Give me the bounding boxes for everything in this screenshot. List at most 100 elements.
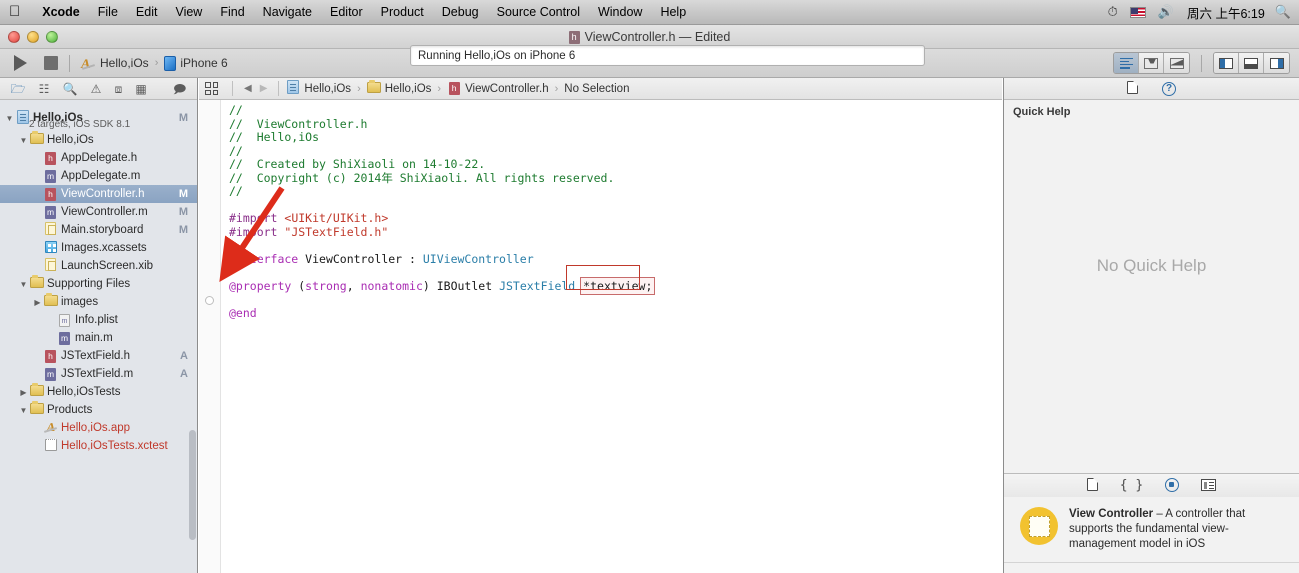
source-file-icon: m: [43, 170, 58, 183]
tree-row[interactable]: m Info.plist: [0, 311, 197, 329]
bottom-panel-icon: [1244, 58, 1258, 69]
quick-help-inspector-tab[interactable]: ?: [1162, 81, 1176, 96]
project-navigator-tab[interactable]: 🗁: [11, 83, 26, 95]
toggle-debug-area-button[interactable]: [1239, 53, 1264, 73]
tree-row[interactable]: Hello,iOs.app: [0, 419, 197, 437]
menu-item-file[interactable]: File: [89, 5, 127, 19]
view-controller-object-icon: [1020, 507, 1058, 545]
test-navigator-tab[interactable]: ⧈: [115, 83, 123, 95]
search-icon[interactable]: 🔍: [1271, 4, 1299, 20]
debug-navigator-tab[interactable]: ▦: [135, 83, 146, 95]
tree-row-label: Info.plist: [75, 314, 197, 326]
menu-item-source-control[interactable]: Source Control: [488, 5, 589, 19]
run-button[interactable]: [14, 55, 27, 71]
us-flag-icon[interactable]: [1130, 7, 1146, 18]
grid-icon[interactable]: [205, 82, 218, 95]
right-arrow-icon[interactable]: ▶: [256, 83, 272, 94]
menubar-status-area: ⏱ 🔊 周六 上午6:19 🔍: [1101, 3, 1299, 22]
destination-name: iPhone 6: [180, 56, 227, 70]
file-template-library-tab[interactable]: [1087, 478, 1098, 493]
menubar-clock[interactable]: 周六 上午6:19: [1181, 3, 1271, 22]
menu-item-window[interactable]: Window: [589, 5, 651, 19]
tree-row[interactable]: Images.xcassets: [0, 239, 197, 257]
navigator-scrollbar[interactable]: [189, 430, 196, 540]
code-snippet-library-tab[interactable]: { }: [1120, 479, 1143, 492]
tree-row[interactable]: Products: [0, 401, 197, 419]
test-product-icon: [43, 439, 58, 454]
object-library-list[interactable]: View Controller – A controller that supp…: [1004, 497, 1299, 573]
tree-row[interactable]: Hello,iOsTests: [0, 383, 197, 401]
menu-item-navigate[interactable]: Navigate: [254, 5, 321, 19]
issue-navigator-tab[interactable]: ⚠: [91, 83, 102, 95]
disclosure-triangle-icon[interactable]: [18, 136, 29, 145]
disclosure-triangle-icon[interactable]: [18, 388, 29, 397]
tree-row[interactable]: h ViewController.h M: [0, 185, 197, 203]
tree-row[interactable]: h AppDelegate.h: [0, 149, 197, 167]
assistant-editor-button[interactable]: [1139, 53, 1164, 73]
tree-row[interactable]: Hello,iOsM2 targets, iOS SDK 8.1: [0, 105, 197, 131]
tree-row[interactable]: m AppDelegate.m: [0, 167, 197, 185]
menu-item-help[interactable]: Help: [651, 5, 695, 19]
outlet-connection-dot-icon[interactable]: [205, 296, 214, 305]
disclosure-triangle-icon[interactable]: [32, 298, 43, 307]
tree-row[interactable]: LaunchScreen.xib: [0, 257, 197, 275]
highlighted-token-box: [566, 265, 640, 290]
tree-row[interactable]: Supporting Files: [0, 275, 197, 293]
toggle-navigator-button[interactable]: [1214, 53, 1239, 73]
menu-item-product[interactable]: Product: [372, 5, 433, 19]
left-arrow-icon[interactable]: ◀: [240, 83, 256, 94]
tree-row-label: Hello,iOs: [47, 134, 197, 146]
menu-item-debug[interactable]: Debug: [433, 5, 488, 19]
tree-row-label: LaunchScreen.xib: [61, 260, 197, 272]
breadcrumb-chevron-1-icon: ›: [357, 83, 361, 95]
tree-row-label: main.m: [75, 332, 197, 344]
folder-icon: [43, 295, 58, 309]
apple-logo-icon[interactable]: : [9, 4, 20, 19]
file-inspector-tab[interactable]: [1127, 81, 1138, 96]
time-machine-icon[interactable]: ⏱: [1101, 4, 1125, 20]
breadcrumb-group[interactable]: Hello,iOs: [367, 82, 432, 96]
menu-item-xcode[interactable]: Xcode: [33, 5, 89, 19]
object-library-tab[interactable]: [1165, 478, 1179, 494]
tree-row[interactable]: m main.m: [0, 329, 197, 347]
breadcrumb-project[interactable]: Hello,iOs: [286, 80, 351, 97]
tree-row-label: Hello,iOsTests: [47, 386, 197, 398]
list-item[interactable]: View Controller – A controller that supp…: [1004, 497, 1299, 563]
disclosure-triangle-icon[interactable]: [4, 114, 15, 123]
breadcrumb-selection[interactable]: No Selection: [564, 83, 629, 95]
breadcrumb-file[interactable]: h ViewController.h: [447, 82, 549, 95]
source-file-icon: m: [57, 332, 72, 345]
list-item-partial[interactable]: [1004, 563, 1299, 573]
code-text-area[interactable]: // // ViewController.h // Hello,iOs // /…: [199, 100, 1002, 573]
menu-item-edit[interactable]: Edit: [127, 5, 167, 19]
version-editor-button[interactable]: [1164, 53, 1189, 73]
status-badge: M: [179, 224, 188, 236]
tree-row[interactable]: Hello,iOs: [0, 131, 197, 149]
quick-help-body: No Quick Help: [1004, 118, 1299, 413]
standard-editor-button[interactable]: [1114, 53, 1139, 73]
tree-row-label: JSTextField.h: [61, 350, 197, 362]
menu-item-find[interactable]: Find: [211, 5, 253, 19]
stop-button[interactable]: [44, 56, 58, 70]
folder-icon: [29, 277, 44, 291]
media-library-tab[interactable]: [1201, 479, 1216, 493]
tree-row[interactable]: Main.storyboard M: [0, 221, 197, 239]
find-navigator-tab[interactable]: 🔍: [63, 83, 78, 95]
breadcrumb-chevron-3-icon: ›: [555, 83, 559, 95]
disclosure-triangle-icon[interactable]: [18, 280, 29, 289]
toggle-utilities-button[interactable]: [1264, 53, 1289, 73]
status-badge: A: [180, 368, 188, 380]
volume-icon[interactable]: 🔊: [1151, 4, 1181, 20]
tree-row[interactable]: h JSTextField.h A: [0, 347, 197, 365]
disclosure-triangle-icon[interactable]: [18, 406, 29, 415]
scheme-selector[interactable]: Hello,iOs › iPhone 6: [81, 56, 228, 71]
menu-item-editor[interactable]: Editor: [321, 5, 372, 19]
symbol-navigator-tab[interactable]: ☷: [39, 83, 50, 95]
report-navigator-tab[interactable]: 🗩: [173, 83, 186, 95]
tree-row[interactable]: Hello,iOsTests.xctest: [0, 437, 197, 455]
tree-row[interactable]: m JSTextField.m A: [0, 365, 197, 383]
tree-row[interactable]: images: [0, 293, 197, 311]
tree-row-label: ViewController.h: [61, 188, 197, 200]
menu-item-view[interactable]: View: [166, 5, 211, 19]
tree-row[interactable]: m ViewController.m M: [0, 203, 197, 221]
